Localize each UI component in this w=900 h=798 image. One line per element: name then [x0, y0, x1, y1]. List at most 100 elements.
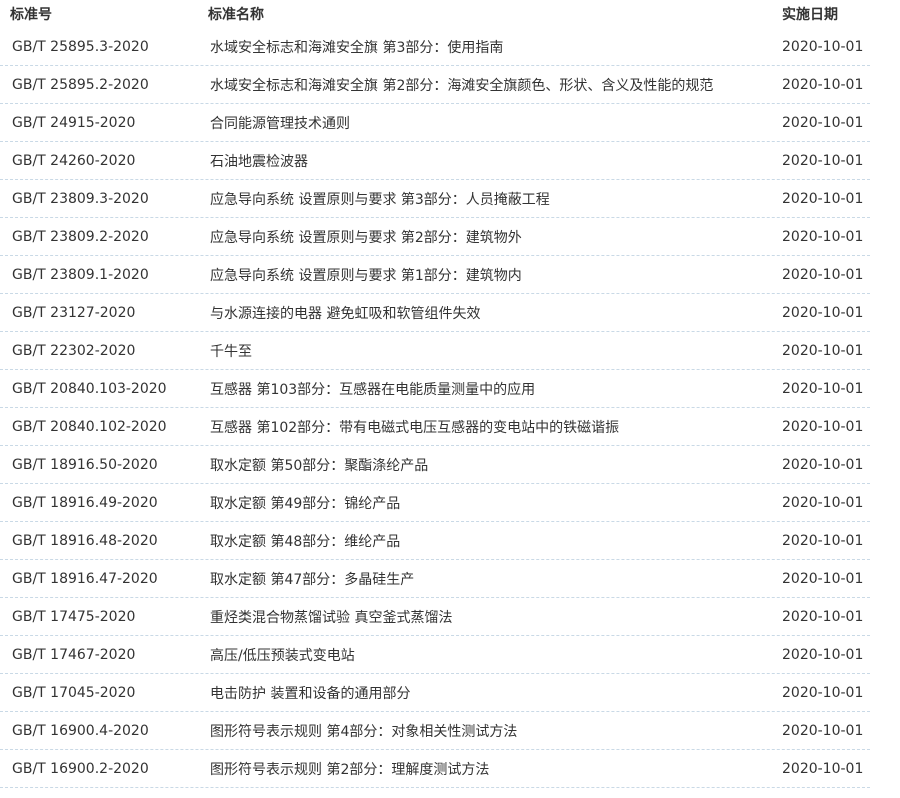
table-row: GB/T 23809.3-2020 应急导向系统 设置原则与要求 第3部分：人员掩…: [0, 180, 870, 218]
standard-name: 应急导向系统 设置原则与要求 第2部分：建筑物外: [198, 227, 770, 247]
standard-name-link[interactable]: 应急导向系统 设置原则与要求 第1部分：建筑物内: [210, 268, 522, 284]
effective-date: 2020-10-01: [782, 760, 864, 777]
effective-date: 2020-10-01: [782, 456, 864, 473]
standard-number-link[interactable]: GB/T 16900.4-2020: [12, 723, 149, 739]
header-effective-date: 实施日期: [782, 7, 838, 23]
standard-name-link[interactable]: 互感器 第102部分：带有电磁式电压互感器的变电站中的铁磁谐振: [210, 420, 619, 436]
header-standard-number: 标准号: [10, 7, 52, 23]
standard-number-link[interactable]: GB/T 20840.103-2020: [12, 381, 167, 397]
table-row: GB/T 23809.1-2020 应急导向系统 设置原则与要求 第1部分：建筑物…: [0, 256, 870, 294]
standard-number: GB/T 18916.50-2020: [0, 457, 198, 473]
standard-name: 取水定额 第48部分：维纶产品: [198, 531, 770, 551]
standard-number: GB/T 25895.3-2020: [0, 39, 198, 55]
standard-name: 取水定额 第47部分：多晶硅生产: [198, 569, 770, 589]
effective-date: 2020-10-01: [782, 38, 864, 55]
standard-number: GB/T 22302-2020: [0, 343, 198, 359]
table-row: GB/T 22302-2020 千牛至 2020-10-01: [0, 332, 870, 370]
standard-number-link[interactable]: GB/T 18916.47-2020: [12, 571, 158, 587]
standard-number-link[interactable]: GB/T 18916.49-2020: [12, 495, 158, 511]
standard-number: GB/T 23809.3-2020: [0, 191, 198, 207]
standard-number-link[interactable]: GB/T 23809.3-2020: [12, 191, 149, 207]
effective-date: 2020-10-01: [782, 190, 864, 207]
table-row: GB/T 17045-2020 电击防护 装置和设备的通用部分 2020-10-01: [0, 674, 870, 712]
standard-number: GB/T 23127-2020: [0, 305, 198, 321]
standard-number: GB/T 18916.47-2020: [0, 571, 198, 587]
table-row: GB/T 20840.102-2020 互感器 第102部分：带有电磁式电压互感器…: [0, 408, 870, 446]
standard-number: GB/T 16900.2-2020: [0, 761, 198, 777]
standard-name: 互感器 第102部分：带有电磁式电压互感器的变电站中的铁磁谐振: [198, 417, 770, 437]
table-body: GB/T 25895.3-2020 水域安全标志和海滩安全旗 第3部分：使用指南 2…: [0, 28, 870, 788]
table-row: GB/T 20840.103-2020 互感器 第103部分：互感器在电能质量测量…: [0, 370, 870, 408]
standard-name-link[interactable]: 取水定额 第49部分：锦纶产品: [210, 496, 400, 512]
table-row: GB/T 18916.50-2020 取水定额 第50部分：聚酯涤纶产品 2020-…: [0, 446, 870, 484]
table-row: GB/T 18916.47-2020 取水定额 第47部分：多晶硅生产 2020-1…: [0, 560, 870, 598]
table-header: 标准号 标准名称 实施日期: [0, 0, 870, 28]
standard-name-link[interactable]: 水域安全标志和海滩安全旗 第3部分：使用指南: [210, 40, 503, 56]
standard-number-link[interactable]: GB/T 25895.3-2020: [12, 39, 149, 55]
standard-name: 应急导向系统 设置原则与要求 第3部分：人员掩蔽工程: [198, 189, 770, 209]
table-row: GB/T 17475-2020 重烃类混合物蒸馏试验 真空釜式蒸馏法 2020-10…: [0, 598, 870, 636]
standard-number-link[interactable]: GB/T 25895.2-2020: [12, 77, 149, 93]
effective-date: 2020-10-01: [782, 114, 864, 131]
standard-number-link[interactable]: GB/T 17045-2020: [12, 685, 135, 701]
standard-name-link[interactable]: 电击防护 装置和设备的通用部分: [210, 686, 410, 702]
standard-number-link[interactable]: GB/T 23809.1-2020: [12, 267, 149, 283]
effective-date: 2020-10-01: [782, 494, 864, 511]
table-row: GB/T 16900.4-2020 图形符号表示规则 第4部分：对象相关性测试方法…: [0, 712, 870, 750]
standard-number-link[interactable]: GB/T 18916.48-2020: [12, 533, 158, 549]
standard-number: GB/T 20840.103-2020: [0, 381, 198, 397]
standard-number-link[interactable]: GB/T 23809.2-2020: [12, 229, 149, 245]
table-row: GB/T 16900.2-2020 图形符号表示规则 第2部分：理解度测试方法 20…: [0, 750, 870, 788]
standard-number-link[interactable]: GB/T 16900.2-2020: [12, 761, 149, 777]
table-row: GB/T 18916.49-2020 取水定额 第49部分：锦纶产品 2020-10…: [0, 484, 870, 522]
standard-name: 石油地震检波器: [198, 151, 770, 171]
standard-name: 应急导向系统 设置原则与要求 第1部分：建筑物内: [198, 265, 770, 285]
standard-name-link[interactable]: 取水定额 第48部分：维纶产品: [210, 534, 400, 550]
standard-name: 取水定额 第49部分：锦纶产品: [198, 493, 770, 513]
standard-number-link[interactable]: GB/T 24260-2020: [12, 153, 135, 169]
effective-date: 2020-10-01: [782, 684, 864, 701]
standard-name-link[interactable]: 重烃类混合物蒸馏试验 真空釜式蒸馏法: [210, 610, 452, 626]
standard-name: 电击防护 装置和设备的通用部分: [198, 683, 770, 703]
standard-name-link[interactable]: 应急导向系统 设置原则与要求 第2部分：建筑物外: [210, 230, 522, 246]
table-row: GB/T 18916.48-2020 取水定额 第48部分：维纶产品 2020-10…: [0, 522, 870, 560]
effective-date: 2020-10-01: [782, 266, 864, 283]
standard-name: 千牛至: [198, 341, 770, 361]
standard-name-link[interactable]: 应急导向系统 设置原则与要求 第3部分：人员掩蔽工程: [210, 192, 550, 208]
standard-name: 重烃类混合物蒸馏试验 真空釜式蒸馏法: [198, 607, 770, 627]
standard-name-link[interactable]: 图形符号表示规则 第2部分：理解度测试方法: [210, 762, 489, 778]
standard-name-link[interactable]: 高压/低压预装式变电站: [210, 648, 355, 664]
standard-name: 与水源连接的电器 避免虹吸和软管组件失效: [198, 303, 770, 323]
table-row: GB/T 17467-2020 高压/低压预装式变电站 2020-10-01: [0, 636, 870, 674]
standard-name-link[interactable]: 与水源连接的电器 避免虹吸和软管组件失效: [210, 306, 480, 322]
standard-name-link[interactable]: 互感器 第103部分：互感器在电能质量测量中的应用: [210, 382, 535, 398]
standard-name-link[interactable]: 取水定额 第47部分：多晶硅生产: [210, 572, 414, 588]
effective-date: 2020-10-01: [782, 342, 864, 359]
standard-number: GB/T 17467-2020: [0, 647, 198, 663]
standard-name-link[interactable]: 千牛至: [210, 344, 252, 360]
table-row: GB/T 24260-2020 石油地震检波器 2020-10-01: [0, 142, 870, 180]
effective-date: 2020-10-01: [782, 76, 864, 93]
table-row: GB/T 24915-2020 合同能源管理技术通则 2020-10-01: [0, 104, 870, 142]
standard-number-link[interactable]: GB/T 18916.50-2020: [12, 457, 158, 473]
standard-number-link[interactable]: GB/T 17475-2020: [12, 609, 135, 625]
standard-name-link[interactable]: 合同能源管理技术通则: [210, 116, 350, 132]
standard-name: 水域安全标志和海滩安全旗 第3部分：使用指南: [198, 37, 770, 57]
standard-name-link[interactable]: 石油地震检波器: [210, 154, 308, 170]
table-row: GB/T 23809.2-2020 应急导向系统 设置原则与要求 第2部分：建筑物…: [0, 218, 870, 256]
standard-number-link[interactable]: GB/T 17467-2020: [12, 647, 135, 663]
standards-table: 标准号 标准名称 实施日期 GB/T 25895.3-2020 水域安全标志和海滩…: [0, 0, 870, 788]
standard-number: GB/T 17045-2020: [0, 685, 198, 701]
standard-name-link[interactable]: 图形符号表示规则 第4部分：对象相关性测试方法: [210, 724, 517, 740]
effective-date: 2020-10-01: [782, 418, 864, 435]
standard-number-link[interactable]: GB/T 23127-2020: [12, 305, 135, 321]
standard-name-link[interactable]: 水域安全标志和海滩安全旗 第2部分：海滩安全旗颜色、形状、含义及性能的规范: [210, 78, 713, 94]
standard-name: 图形符号表示规则 第2部分：理解度测试方法: [198, 759, 770, 779]
standard-name: 合同能源管理技术通则: [198, 113, 770, 133]
standard-number-link[interactable]: GB/T 20840.102-2020: [12, 419, 167, 435]
effective-date: 2020-10-01: [782, 304, 864, 321]
standard-number: GB/T 16900.4-2020: [0, 723, 198, 739]
standard-number-link[interactable]: GB/T 22302-2020: [12, 343, 135, 359]
standard-number-link[interactable]: GB/T 24915-2020: [12, 115, 135, 131]
standard-name-link[interactable]: 取水定额 第50部分：聚酯涤纶产品: [210, 458, 428, 474]
